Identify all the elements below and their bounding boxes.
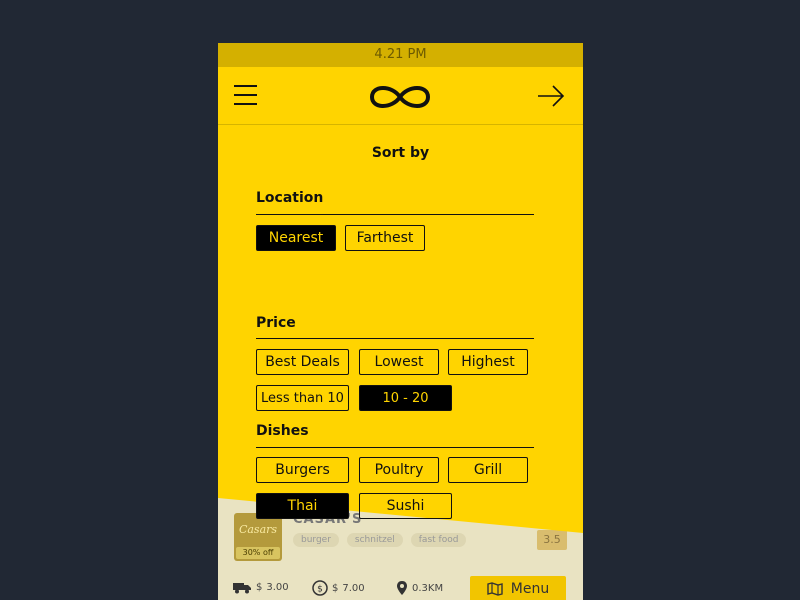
chip-burgers[interactable]: Burgers	[256, 457, 349, 483]
chip-highest[interactable]: Highest	[448, 349, 528, 375]
map-icon	[487, 582, 503, 596]
delivery-fee-value: 3.00	[266, 581, 289, 593]
tag: schnitzel	[346, 533, 403, 547]
location-pin-icon	[397, 581, 407, 595]
phone-screen: 4.21 PM Casars 30% off CASAR'S burger sc…	[218, 43, 583, 600]
delivery-fee: $3.00	[232, 580, 289, 594]
chip-nearest[interactable]: Nearest	[256, 225, 336, 251]
arrow-right-icon[interactable]	[537, 84, 565, 108]
chip-best-deals[interactable]: Best Deals	[256, 349, 349, 375]
menu-button-label: Menu	[510, 581, 550, 597]
tag: burger	[293, 533, 339, 547]
delivery-truck-icon	[233, 583, 251, 594]
distance-value: 0.3KM	[412, 582, 444, 594]
location-label: Location	[256, 190, 324, 206]
restaurant-info-row: $3.00 $ $7.00 0.3KM Menu	[230, 576, 570, 600]
svg-text:$: $	[317, 585, 323, 595]
infinity-icon[interactable]	[368, 81, 432, 113]
sort-title: Sort by	[371, 145, 430, 161]
chip-thai[interactable]: Thai	[256, 493, 349, 519]
menu-button[interactable]: Menu	[470, 576, 566, 600]
distance: 0.3KM	[396, 580, 443, 596]
chip-lowest[interactable]: Lowest	[359, 349, 439, 375]
status-bar: 4.21 PM	[218, 43, 583, 67]
coin-icon: $	[312, 580, 328, 596]
location-divider	[256, 214, 534, 215]
restaurant-thumbnail[interactable]: Casars 30% off	[234, 513, 282, 561]
rating-badge: 3.5	[537, 530, 567, 550]
chip-grill[interactable]: Grill	[448, 457, 528, 483]
price-label: Price	[256, 315, 296, 331]
min-order: $ $7.00	[312, 580, 365, 596]
chip-farthest[interactable]: Farthest	[345, 225, 425, 251]
thumbnail-brand: Casars	[238, 523, 278, 536]
nav-bar	[218, 67, 583, 125]
chip-less-than-10[interactable]: Less than 10	[256, 385, 349, 411]
tag: fast food	[410, 533, 467, 547]
offer-badge: 30% off	[236, 547, 280, 559]
dishes-divider	[256, 447, 534, 448]
chip-sushi[interactable]: Sushi	[359, 493, 452, 519]
chip-poultry[interactable]: Poultry	[359, 457, 439, 483]
min-order-value: 7.00	[342, 582, 365, 594]
chip-10-20[interactable]: 10 - 20	[359, 385, 452, 411]
restaurant-tags: burger schnitzel fast food	[293, 533, 467, 547]
price-divider	[256, 338, 534, 339]
status-time: 4.21 PM	[374, 47, 427, 62]
hamburger-icon[interactable]	[234, 85, 257, 107]
dishes-label: Dishes	[256, 423, 309, 439]
